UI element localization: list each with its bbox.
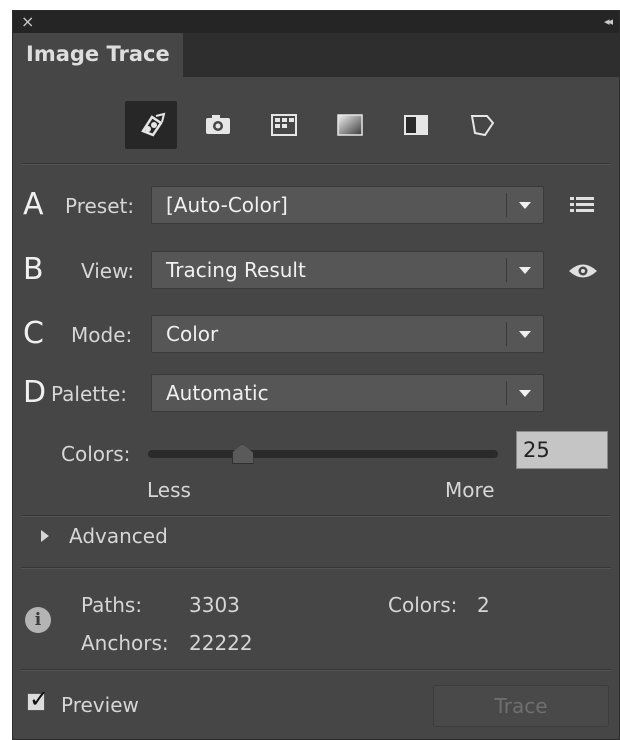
high-color-button[interactable] xyxy=(191,101,243,149)
divider xyxy=(21,567,611,569)
grayscale-icon xyxy=(337,114,363,136)
palette-label: Palette: xyxy=(51,382,128,406)
anchors-value: 22222 xyxy=(189,631,253,655)
collapse-panel-icon[interactable]: ◂◂ xyxy=(604,13,613,31)
chevron-down-icon xyxy=(519,202,531,209)
mode-label: Mode: xyxy=(71,323,133,347)
callout-letter: D xyxy=(23,375,47,410)
view-label: View: xyxy=(81,259,135,283)
checkmark-icon: ✓ xyxy=(29,685,50,713)
low-color-button[interactable] xyxy=(257,101,309,149)
divider xyxy=(21,669,611,671)
palette-dropdown[interactable]: Automatic xyxy=(151,374,544,412)
callout-letter: B xyxy=(23,252,44,287)
view-value: Tracing Result xyxy=(166,258,306,282)
black-and-white-icon xyxy=(404,115,428,135)
high-color-icon xyxy=(206,115,230,134)
colors-slider-track[interactable] xyxy=(148,444,498,464)
info-icon: i xyxy=(25,607,51,633)
callout-letter: A xyxy=(23,187,44,222)
image-trace-panel: × ◂◂ Image Trace A Preset: [Auto-Color] … xyxy=(12,10,620,740)
preset-list-icon[interactable] xyxy=(570,195,594,215)
preview-label[interactable]: Preview xyxy=(61,690,139,720)
anchors-label: Anchors: xyxy=(81,631,169,655)
panel-title-bar: × ◂◂ xyxy=(13,11,619,33)
slider-less-label: Less xyxy=(147,478,191,502)
preset-icon-bar xyxy=(125,101,505,149)
chevron-down-icon xyxy=(519,267,531,274)
grayscale-button[interactable] xyxy=(323,101,375,149)
auto-color-button[interactable] xyxy=(125,101,177,149)
preset-row: A Preset: [Auto-Color] xyxy=(13,185,619,225)
eye-icon[interactable] xyxy=(568,262,598,280)
close-icon[interactable]: × xyxy=(21,12,34,32)
slider-thumb-shape xyxy=(231,444,254,464)
preset-dropdown[interactable]: [Auto-Color] xyxy=(151,186,544,224)
dropdown-separator xyxy=(506,193,507,217)
palette-value: Automatic xyxy=(166,381,269,405)
view-row: B View: Tracing Result xyxy=(13,250,619,290)
tab-image-trace[interactable]: Image Trace xyxy=(13,33,183,77)
preset-value: [Auto-Color] xyxy=(166,193,288,217)
colors-slider-label: Colors: xyxy=(61,442,131,466)
mode-dropdown[interactable]: Color xyxy=(151,315,544,353)
black-and-white-button[interactable] xyxy=(389,101,441,149)
advanced-toggle[interactable]: Advanced xyxy=(69,521,168,551)
paths-label: Paths: xyxy=(81,593,143,617)
outline-button[interactable] xyxy=(455,101,507,149)
expand-triangle-icon[interactable] xyxy=(41,530,49,542)
chevron-down-icon xyxy=(519,331,531,338)
mode-value: Color xyxy=(166,322,219,346)
outline-icon xyxy=(470,115,495,137)
paths-value: 3303 xyxy=(189,593,240,617)
colors-count-value: 2 xyxy=(477,593,490,617)
auto-color-icon xyxy=(141,112,166,137)
palette-row: D Palette: Automatic xyxy=(13,373,619,413)
trace-button[interactable]: Trace xyxy=(433,685,609,727)
colors-count-label: Colors: xyxy=(388,593,458,617)
mode-row: C Mode: Color xyxy=(13,314,619,354)
slider-more-label: More xyxy=(445,478,495,502)
low-color-icon xyxy=(271,114,297,136)
dropdown-separator xyxy=(506,258,507,282)
view-dropdown[interactable]: Tracing Result xyxy=(151,251,544,289)
divider xyxy=(21,163,611,165)
preset-label: Preset: xyxy=(65,194,135,218)
chevron-down-icon xyxy=(519,390,531,397)
colors-number-input[interactable]: 25 xyxy=(516,431,608,469)
callout-letter: C xyxy=(23,316,44,351)
dropdown-separator xyxy=(506,381,507,405)
divider xyxy=(21,515,611,517)
dropdown-separator xyxy=(506,322,507,346)
panel-tab-strip: Image Trace xyxy=(13,33,619,77)
